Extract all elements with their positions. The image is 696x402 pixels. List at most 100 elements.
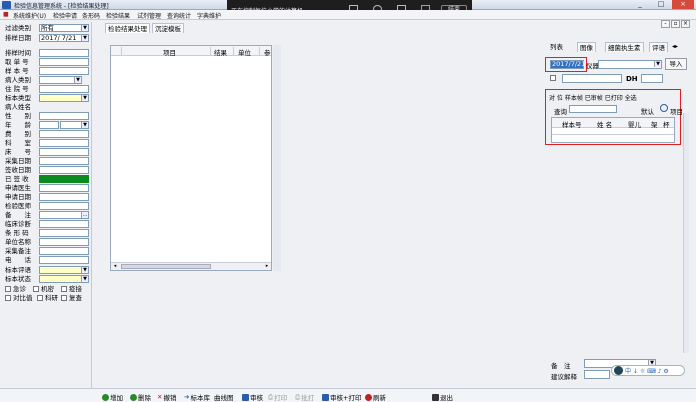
department-field[interactable] — [39, 139, 89, 147]
mdi-close-button[interactable]: × — [681, 20, 690, 28]
collect-date-field[interactable] — [39, 157, 89, 165]
option-select-all[interactable]: 全选 — [625, 95, 637, 102]
result-date-field[interactable]: 2017/7/21 — [550, 60, 585, 69]
query-label: 查询 — [554, 108, 567, 116]
phone-field[interactable] — [39, 256, 89, 264]
remark-field[interactable]: … — [39, 211, 89, 219]
curve-chart-button[interactable]: 曲线图 — [214, 392, 234, 402]
bottom-toolbar: 增加 删除 ✕ 撤销 ➔ 标本库 曲线图 审核 ⎙ 打印 ⎙ 批打 审核+打印 刷新 退… — [0, 388, 696, 402]
column-header-result[interactable]: 结果 — [214, 47, 227, 57]
menu-system[interactable]: 系统维护(U) — [13, 11, 46, 20]
menu-dictionary[interactable]: 字典维护 — [197, 11, 221, 20]
research-checkbox[interactable] — [37, 295, 43, 301]
urgent-checkbox[interactable] — [5, 286, 11, 292]
order-time-field[interactable] — [39, 49, 89, 57]
specimen-type-select[interactable]: ▼ — [39, 94, 89, 102]
import-button[interactable]: 导入 — [665, 58, 687, 70]
tab-scroll-icon[interactable]: ◂▸ — [672, 43, 678, 50]
diagnosis-field[interactable] — [39, 220, 89, 228]
tab-template[interactable]: 沉淀模板 — [152, 23, 184, 33]
tab-list[interactable]: 列表 — [548, 42, 565, 52]
exit-button[interactable]: 退出 — [432, 392, 453, 402]
undo-button[interactable]: ✕ 撤销 — [157, 392, 176, 402]
menu-barcode[interactable]: 条形码 — [82, 11, 100, 20]
menu-results[interactable]: 检验结果 — [106, 11, 130, 20]
instrument-select[interactable]: ▼ — [598, 60, 662, 69]
menu-reagent[interactable]: 试剂管理 — [137, 11, 161, 20]
refresh-button[interactable]: 刷新 — [365, 392, 386, 402]
mdi-minimize-button[interactable]: - — [661, 20, 670, 28]
maximize-button[interactable]: □ — [651, 0, 671, 9]
fee-type-field[interactable] — [39, 130, 89, 138]
batch-print-button[interactable]: ⎙ 批打 — [295, 392, 314, 402]
vaccine-checkbox[interactable] — [61, 286, 67, 292]
sign-date-field[interactable] — [39, 166, 89, 174]
review-button[interactable]: 审核 — [242, 392, 263, 402]
right-vscroll[interactable] — [683, 113, 689, 353]
option-printed[interactable]: 已打印 — [605, 95, 623, 102]
field-label: 住 院 号 — [5, 85, 29, 93]
specimen-status-select[interactable]: ▼ — [39, 275, 89, 283]
tab-bacteria[interactable]: 细菌执生素 — [605, 42, 644, 52]
option-reviewed[interactable]: 已审帧 — [585, 95, 603, 102]
minimize-button[interactable]: _ — [630, 0, 650, 9]
menu-query[interactable]: 查询统计 — [167, 11, 191, 20]
project-button[interactable]: 项目 — [670, 106, 683, 116]
bed-number-field[interactable] — [39, 148, 89, 156]
tab-result-processing[interactable]: 检验结果处理 — [105, 23, 150, 33]
column-header-unit[interactable]: 单位 — [238, 47, 251, 57]
filter-type-select[interactable]: 所有 ▼ — [39, 24, 89, 32]
ime-toolbar[interactable]: 中 ↓ ☼ ⌨ ♪ ⚙ — [611, 365, 685, 376]
filter-checkbox[interactable] — [550, 75, 556, 81]
delete-button[interactable]: 删除 — [130, 392, 151, 402]
sample-number-field[interactable] — [39, 67, 89, 75]
vaccine-label: 疫接 — [69, 285, 82, 293]
tab-comment[interactable]: 评语 — [649, 42, 668, 52]
age-unit-select[interactable]: ▼ — [60, 121, 89, 129]
review-print-button[interactable]: 审核+打印 — [322, 392, 361, 402]
inpatient-number-field[interactable] — [39, 85, 89, 93]
splitter[interactable] — [273, 45, 281, 271]
result-grid[interactable]: 项目 结果 单位 参 ◂ ▸ — [110, 45, 272, 271]
barcode-field[interactable] — [39, 229, 89, 237]
advice-field[interactable] — [584, 370, 610, 379]
tab-image[interactable]: 图像 — [577, 42, 596, 52]
lab-doctor-field[interactable] — [39, 202, 89, 210]
print-button[interactable]: ⎙ 打印 — [268, 392, 287, 402]
search-field[interactable] — [562, 74, 622, 83]
menu-request[interactable]: 检验申请 — [53, 11, 77, 20]
request-doctor-field[interactable] — [39, 184, 89, 192]
confidential-checkbox[interactable] — [33, 286, 39, 292]
compare-checkbox[interactable] — [5, 295, 11, 301]
scroll-right-icon[interactable]: ▸ — [263, 263, 271, 270]
option-sample[interactable]: 样本帧 — [565, 95, 583, 102]
dh-field[interactable] — [641, 74, 663, 83]
field-label: 标本评语 — [5, 266, 31, 274]
field-label: 性 别 — [5, 112, 31, 120]
order-date-field[interactable]: 2017/ 7/21 ▼ — [39, 34, 89, 42]
recheck-checkbox[interactable] — [61, 295, 67, 301]
result-grid-hscroll[interactable]: ◂ ▸ — [111, 262, 271, 270]
add-button[interactable]: 增加 — [102, 392, 123, 402]
mdi-restore-button[interactable]: ▫ — [671, 20, 680, 28]
column-header-reference[interactable]: 参 — [264, 47, 271, 57]
gender-field[interactable] — [39, 112, 89, 120]
sample-list-grid[interactable]: 样本号 姓 名 婴儿 架 杯 — [551, 117, 675, 143]
age-field[interactable] — [39, 121, 59, 129]
specimen-library-button[interactable]: ➔ 标本库 — [184, 392, 210, 402]
specimen-comment-select[interactable]: ▼ — [39, 266, 89, 274]
table-row[interactable] — [552, 128, 674, 135]
order-number-field[interactable] — [39, 58, 89, 66]
unit-name-field[interactable] — [39, 238, 89, 246]
patient-category-select[interactable]: ▼ — [39, 76, 82, 84]
field-label: 电 话 — [5, 256, 31, 264]
scroll-left-icon[interactable]: ◂ — [111, 263, 119, 270]
request-date-field[interactable] — [39, 193, 89, 201]
close-button[interactable]: × — [672, 0, 694, 9]
search-icon[interactable] — [660, 104, 668, 112]
column-header-item[interactable]: 项目 — [163, 47, 176, 57]
query-field[interactable] — [569, 105, 617, 113]
collect-remark-field[interactable] — [39, 247, 89, 255]
option-align[interactable]: 对 位 — [549, 95, 563, 102]
scroll-thumb[interactable] — [121, 264, 211, 269]
